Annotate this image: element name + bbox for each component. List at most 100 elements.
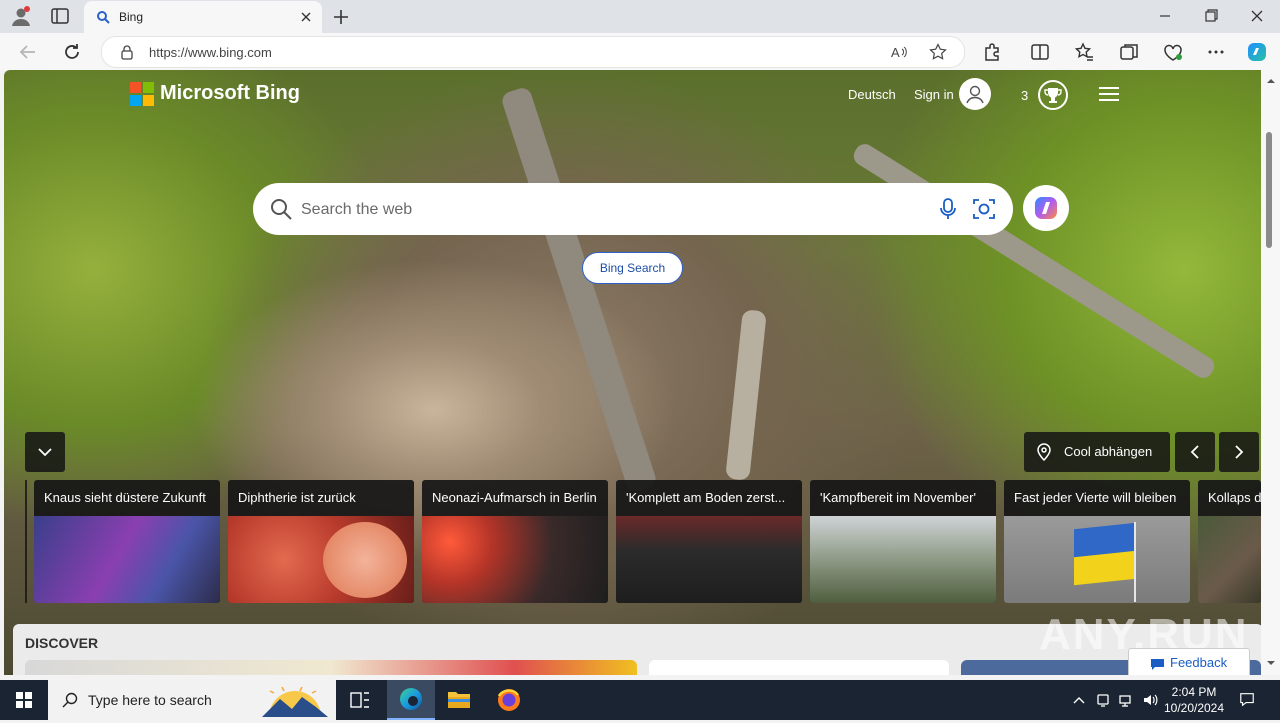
news-card[interactable]: 'Kampfbereit im November' <box>810 480 996 603</box>
bing-search-button[interactable]: Bing Search <box>582 252 683 284</box>
copilot-button[interactable] <box>1023 185 1069 231</box>
read-aloud-icon[interactable]: A <box>890 43 908 61</box>
favorite-star-icon[interactable] <box>929 43 947 61</box>
page-scrollbar[interactable] <box>1261 70 1280 675</box>
tab-strip: Bing <box>0 0 1280 33</box>
copilot-icon <box>1035 197 1057 219</box>
avatar[interactable] <box>959 78 991 110</box>
edge-taskbar-icon[interactable] <box>387 680 435 720</box>
system-clock[interactable]: 2:04 PM 10/20/2024 <box>1160 684 1228 716</box>
background-branch <box>725 309 767 481</box>
chevron-down-icon <box>38 448 52 457</box>
news-card-title: Kollaps d <box>1208 490 1261 505</box>
minimize-icon[interactable] <box>1154 6 1176 26</box>
user-icon <box>966 85 984 104</box>
windows-logo-icon <box>16 692 32 708</box>
search-icon <box>62 692 78 708</box>
tab-bing[interactable]: Bing <box>84 1 322 33</box>
tab-title: Bing <box>119 10 144 24</box>
clock-date: 10/20/2024 <box>1163 701 1225 715</box>
next-image-button[interactable] <box>1219 432 1259 472</box>
news-card-image <box>1004 516 1190 603</box>
new-tab-button[interactable] <box>330 6 352 28</box>
browser-essentials-icon[interactable] <box>1161 40 1185 64</box>
tab-actions-icon[interactable] <box>50 7 70 25</box>
copilot-sidebar-icon[interactable] <box>1245 40 1269 64</box>
extensions-icon[interactable] <box>980 40 1004 64</box>
collections-icon[interactable] <box>1117 40 1141 64</box>
image-info-button[interactable]: Cool abhängen <box>1024 432 1170 472</box>
news-card-image <box>34 516 220 603</box>
start-button[interactable] <box>0 680 48 720</box>
search-input[interactable] <box>299 196 903 224</box>
address-bar[interactable]: https://www.bing.com A <box>101 36 965 68</box>
refresh-icon[interactable] <box>60 40 84 64</box>
search-box[interactable] <box>253 183 1013 235</box>
news-card-image <box>810 516 996 603</box>
feedback-button[interactable]: Feedback <box>1128 648 1250 675</box>
close-window-icon[interactable] <box>1246 6 1268 26</box>
address-toolbar: https://www.bing.com A <box>0 33 1280 70</box>
device-icon[interactable] <box>1095 692 1111 708</box>
discover-heading: DISCOVER <box>25 635 99 651</box>
news-card[interactable]: Kollaps d <box>1198 480 1261 603</box>
favorites-icon[interactable] <box>1072 40 1096 64</box>
rewards-count[interactable]: 3 <box>1021 88 1028 103</box>
more-options-icon[interactable] <box>1204 40 1228 64</box>
news-card-title: 'Komplett am Boden zerst... <box>626 490 786 505</box>
collapse-news-button[interactable] <box>25 432 65 472</box>
taskbar-search-box[interactable]: Type here to search <box>48 680 336 723</box>
chevron-left-icon <box>1190 445 1199 459</box>
rewards-button[interactable] <box>1038 80 1068 110</box>
network-icon[interactable] <box>1118 692 1134 708</box>
firefox-icon[interactable] <box>485 680 533 720</box>
news-card[interactable]: Knaus sieht düstere Zukunft <box>34 480 220 603</box>
url-text[interactable]: https://www.bing.com <box>149 45 272 60</box>
discover-card[interactable] <box>25 660 637 675</box>
news-card-title: 'Kampfbereit im November' <box>820 490 976 505</box>
image-location-label: Cool abhängen <box>1064 444 1153 459</box>
task-view-icon[interactable] <box>336 680 384 720</box>
news-card-title: Fast jeder Vierte will bleiben <box>1014 490 1177 505</box>
scroll-down-icon[interactable] <box>1261 656 1280 670</box>
hamburger-menu-icon[interactable] <box>1099 86 1119 102</box>
volume-icon[interactable] <box>1142 692 1158 708</box>
svg-text:A: A <box>891 45 900 60</box>
previous-image-button[interactable] <box>1175 432 1215 472</box>
language-link[interactable]: Deutsch <box>848 87 896 102</box>
bing-homepage: Microsoft Bing Deutsch Sign in 3 Bing Se… <box>4 70 1261 675</box>
split-screen-icon[interactable] <box>1028 40 1052 64</box>
visual-search-icon[interactable] <box>971 196 997 222</box>
close-tab-icon[interactable] <box>298 9 314 25</box>
carousel-edge <box>25 480 27 603</box>
news-card[interactable]: Fast jeder Vierte will bleiben <box>1004 480 1190 603</box>
discover-card[interactable] <box>649 660 949 675</box>
location-pin-icon <box>1036 443 1052 462</box>
news-card[interactable]: Diphtherie ist zurück <box>228 480 414 603</box>
brand-name: Microsoft Bing <box>160 82 300 104</box>
scrollbar-thumb[interactable] <box>1266 132 1272 248</box>
restore-icon[interactable] <box>1200 6 1222 26</box>
search-highlight-image <box>262 683 328 723</box>
news-card-image <box>228 516 414 603</box>
feedback-icon <box>1151 658 1164 670</box>
back-icon[interactable] <box>16 40 40 64</box>
feedback-label: Feedback <box>1170 655 1228 670</box>
sign-in-link[interactable]: Sign in <box>914 87 954 102</box>
news-card-image <box>1198 516 1261 603</box>
notification-icon[interactable] <box>1239 691 1255 707</box>
news-card[interactable]: 'Komplett am Boden zerst... <box>616 480 802 603</box>
profile-icon[interactable] <box>10 5 32 27</box>
news-carousel: Knaus sieht düstere Zukunft Diphtherie i… <box>4 480 1261 605</box>
microphone-icon[interactable] <box>936 197 960 221</box>
trophy-icon <box>1044 88 1062 103</box>
file-explorer-icon[interactable] <box>435 680 483 720</box>
news-card[interactable]: Neonazi-Aufmarsch in Berlin <box>422 480 608 603</box>
scroll-up-icon[interactable] <box>1261 74 1280 88</box>
taskbar-search-placeholder: Type here to search <box>88 692 212 708</box>
chevron-right-icon <box>1235 445 1244 459</box>
lock-icon[interactable] <box>119 44 135 60</box>
chevron-up-icon[interactable] <box>1071 692 1087 708</box>
news-card-title: Neonazi-Aufmarsch in Berlin <box>432 490 597 505</box>
news-card-title: Diphtherie ist zurück <box>238 490 356 505</box>
